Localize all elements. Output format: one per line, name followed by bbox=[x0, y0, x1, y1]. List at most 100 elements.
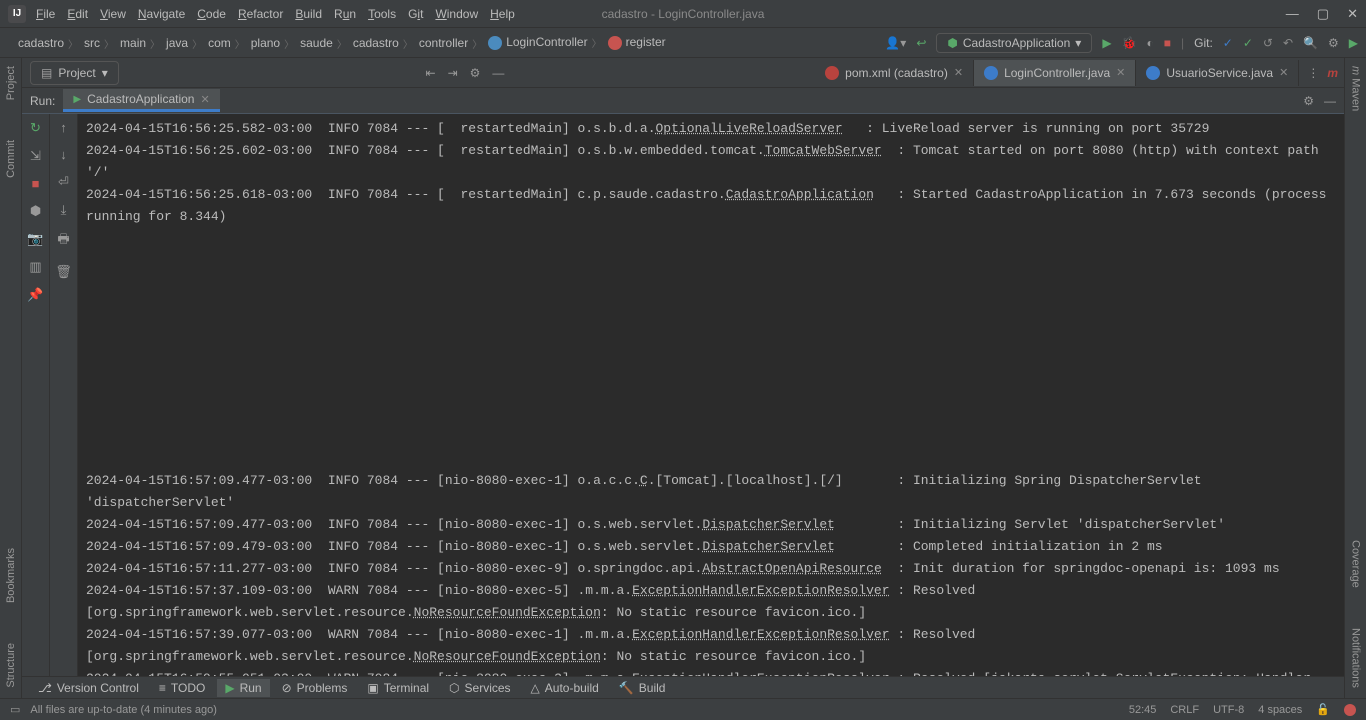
menu-navigate[interactable]: Navigate bbox=[138, 7, 185, 21]
run-tab[interactable]: ▶ CadastroApplication ✕ bbox=[63, 89, 219, 112]
down-button[interactable]: ↓ bbox=[60, 147, 67, 162]
tab-close-icon[interactable]: ✕ bbox=[1116, 66, 1125, 79]
tool-version-control[interactable]: ⎇Version Control bbox=[30, 679, 147, 697]
indent-status[interactable]: 4 spaces bbox=[1258, 704, 1302, 716]
crumb[interactable]: java bbox=[156, 34, 198, 52]
crumb[interactable]: cadastro bbox=[8, 34, 74, 52]
error-indicator-icon[interactable] bbox=[1344, 704, 1356, 716]
crumb[interactable]: main bbox=[110, 34, 156, 52]
crumb[interactable]: plano bbox=[241, 34, 290, 52]
crumb-method[interactable]: register bbox=[598, 33, 676, 52]
coverage-button[interactable]: ◐ bbox=[1147, 36, 1154, 50]
tab-close-icon[interactable]: ✕ bbox=[1279, 66, 1288, 79]
run-button[interactable]: ▶ bbox=[1102, 36, 1111, 50]
wrap-button[interactable]: ⏎ bbox=[58, 174, 69, 190]
method-icon bbox=[608, 36, 622, 50]
editor-tab[interactable]: LoginController.java ✕ bbox=[974, 60, 1136, 86]
layout-button[interactable]: ▥ bbox=[29, 259, 41, 275]
gear-icon[interactable]: ⚙ bbox=[470, 66, 481, 80]
tool-run[interactable]: ▶Run bbox=[217, 679, 269, 697]
sidebar-project[interactable]: Project bbox=[5, 66, 17, 100]
back-arrow-icon[interactable]: ↩ bbox=[916, 36, 926, 50]
git-update-icon[interactable]: ✓ bbox=[1223, 36, 1233, 50]
file-encoding[interactable]: UTF-8 bbox=[1213, 704, 1244, 716]
readonly-icon[interactable]: 🔓 bbox=[1316, 703, 1330, 716]
gear-icon[interactable]: ⚙ bbox=[1303, 94, 1314, 108]
pin-button[interactable]: 📌 bbox=[27, 287, 43, 303]
up-button[interactable]: ↑ bbox=[60, 120, 67, 135]
git-commit-icon[interactable]: ✓ bbox=[1243, 36, 1253, 50]
settings-icon[interactable]: ⚙ bbox=[1328, 36, 1339, 50]
print-button[interactable]: 🖶 bbox=[57, 230, 69, 252]
menu-file[interactable]: File bbox=[36, 7, 55, 21]
camera-button[interactable]: 📷 bbox=[27, 231, 43, 247]
tool-services[interactable]: ⬡Services bbox=[441, 679, 519, 697]
menu-tools[interactable]: Tools bbox=[368, 7, 396, 21]
git-history-icon[interactable]: ↺ bbox=[1263, 36, 1273, 50]
stop-button[interactable]: ■ bbox=[1164, 36, 1171, 50]
crumb-class[interactable]: LoginController bbox=[478, 33, 597, 52]
editor-tab[interactable]: pom.xml (cadastro) ✕ bbox=[815, 60, 974, 86]
title-bar: IJ File Edit View Navigate Code Refactor… bbox=[0, 0, 1366, 28]
crumb[interactable]: cadastro bbox=[343, 34, 409, 52]
run-config-label: CadastroApplication bbox=[963, 36, 1070, 50]
menu-edit[interactable]: Edit bbox=[67, 7, 88, 21]
stop-button[interactable]: ■ bbox=[32, 176, 40, 191]
tool-terminal[interactable]: ▣Terminal bbox=[359, 679, 437, 697]
menu-git[interactable]: Git bbox=[408, 7, 423, 21]
sidebar-commit[interactable]: Commit bbox=[5, 140, 17, 178]
search-icon[interactable]: 🔍 bbox=[1303, 36, 1318, 50]
sidebar-structure[interactable]: Structure bbox=[5, 643, 17, 688]
tool-problems[interactable]: ⊘Problems bbox=[274, 679, 356, 697]
maximize-button[interactable]: ▢ bbox=[1317, 6, 1329, 22]
user-icon[interactable]: 👤▾ bbox=[885, 36, 906, 50]
tool-autobuild[interactable]: △Auto-build bbox=[523, 679, 607, 697]
config-button[interactable]: ⬢ bbox=[30, 203, 41, 219]
event-log-icon[interactable]: ▭ bbox=[10, 703, 20, 716]
tab-close-icon[interactable]: ✕ bbox=[200, 93, 209, 106]
crumb[interactable]: com bbox=[198, 34, 241, 52]
folder-icon: ▤ bbox=[41, 66, 52, 80]
menu-window[interactable]: Window bbox=[435, 7, 478, 21]
project-button[interactable]: ▤ Project ▾ bbox=[30, 61, 119, 85]
menu-run[interactable]: Run bbox=[334, 7, 356, 21]
collapse-icon[interactable]: ⇥ bbox=[448, 66, 458, 80]
crumb[interactable]: saude bbox=[290, 34, 343, 52]
tab-label: LoginController.java bbox=[1004, 66, 1110, 80]
attach-button[interactable]: ⇲ bbox=[30, 148, 41, 164]
hide-icon[interactable]: — bbox=[492, 66, 504, 80]
expand-icon[interactable]: ⇤ bbox=[426, 66, 436, 80]
menu-refactor[interactable]: Refactor bbox=[238, 7, 283, 21]
menu-build[interactable]: Build bbox=[295, 7, 322, 21]
maven-icon bbox=[825, 66, 839, 80]
git-rollback-icon[interactable]: ↶ bbox=[1283, 36, 1293, 50]
console-output[interactable]: 2024-04-15T16:56:25.582-03:00 INFO 7084 … bbox=[78, 114, 1344, 676]
autobuild-icon: △ bbox=[531, 681, 540, 695]
sidebar-notifications[interactable]: Notifications bbox=[1350, 628, 1362, 688]
tab-menu-icon[interactable]: ⋮ bbox=[1307, 66, 1319, 80]
tab-close-icon[interactable]: ✕ bbox=[954, 66, 963, 79]
run-config-selector[interactable]: ⬢ CadastroApplication ▾ bbox=[936, 33, 1092, 53]
tool-build[interactable]: 🔨Build bbox=[611, 679, 674, 697]
clear-button[interactable]: 🗑 bbox=[55, 264, 72, 280]
line-separator[interactable]: CRLF bbox=[1170, 704, 1199, 716]
menu-view[interactable]: View bbox=[100, 7, 126, 21]
sidebar-maven[interactable]: m Maven bbox=[1350, 66, 1362, 111]
crumb[interactable]: controller bbox=[409, 34, 478, 52]
play-store-icon[interactable]: ▶ bbox=[1349, 36, 1358, 50]
debug-button[interactable]: 🐞 bbox=[1122, 36, 1137, 50]
minimize-button[interactable]: — bbox=[1286, 6, 1299, 22]
tool-todo[interactable]: ≡TODO bbox=[151, 679, 213, 697]
close-button[interactable]: ✕ bbox=[1347, 6, 1358, 22]
menu-code[interactable]: Code bbox=[197, 7, 226, 21]
rerun-button[interactable]: ↻ bbox=[30, 120, 41, 136]
scroll-button[interactable]: ⤓ bbox=[61, 202, 67, 218]
sidebar-bookmarks[interactable]: Bookmarks bbox=[5, 548, 17, 603]
sidebar-coverage[interactable]: Coverage bbox=[1350, 540, 1362, 588]
menu-help[interactable]: Help bbox=[490, 7, 515, 21]
cursor-position[interactable]: 52:45 bbox=[1129, 704, 1157, 716]
editor-tab[interactable]: UsuarioService.java ✕ bbox=[1136, 60, 1299, 86]
java-icon bbox=[1146, 66, 1160, 80]
crumb[interactable]: src bbox=[74, 34, 110, 52]
hide-icon[interactable]: — bbox=[1324, 94, 1336, 108]
